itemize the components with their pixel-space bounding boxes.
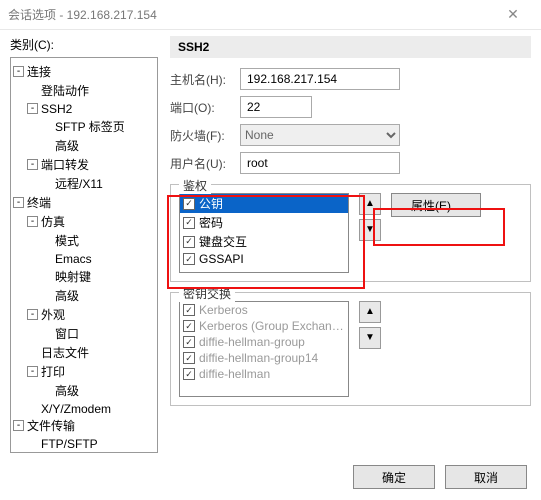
cancel-button[interactable]: 取消 — [445, 465, 527, 489]
tree-node-ftpsftp[interactable]: FTP/SFTP — [41, 437, 98, 451]
tree-node-ssh2[interactable]: SSH2 — [41, 102, 72, 116]
checkbox-icon[interactable] — [183, 336, 195, 348]
auth-up-button[interactable]: ▲ — [359, 193, 381, 215]
category-tree[interactable]: -连接 登陆动作 -SSH2 SFTP 标签页 高级 -端口转发 远程/X11 … — [10, 57, 158, 453]
tree-node-adv2[interactable]: 高级 — [55, 289, 79, 303]
kex-listbox[interactable]: Kerberos Kerberos (Group Exchange) diffi… — [179, 301, 349, 397]
expand-icon[interactable]: - — [27, 103, 38, 114]
host-label: 主机名(H): — [170, 71, 240, 88]
port-label: 端口(O): — [170, 99, 240, 116]
ok-button[interactable]: 确定 — [353, 465, 435, 489]
expand-icon[interactable]: - — [27, 366, 38, 377]
checkbox-icon[interactable] — [183, 352, 195, 364]
user-input[interactable] — [240, 152, 400, 174]
tree-node-xyz[interactable]: X/Y/Zmodem — [41, 401, 111, 415]
checkbox-icon[interactable] — [183, 198, 195, 210]
kex-down-button[interactable]: ▼ — [359, 327, 381, 349]
tree-node-filetransfer[interactable]: 文件传输 — [27, 419, 75, 433]
kex-item[interactable]: diffie-hellman — [180, 366, 348, 382]
tree-node-appearance[interactable]: 外观 — [41, 308, 65, 322]
auth-item-password[interactable]: 密码 — [180, 213, 348, 232]
expand-icon[interactable]: - — [27, 216, 38, 227]
panel-title: SSH2 — [170, 36, 531, 58]
dialog-footer: 确定 取消 — [0, 460, 541, 494]
category-label: 类别(C): — [10, 36, 158, 53]
content: 类别(C): -连接 登陆动作 -SSH2 SFTP 标签页 高级 -端口转发 … — [0, 30, 541, 460]
auth-legend: 鉴权 — [179, 177, 211, 194]
auth-item-keyboard[interactable]: 键盘交互 — [180, 232, 348, 251]
category-pane: 类别(C): -连接 登陆动作 -SSH2 SFTP 标签页 高级 -端口转发 … — [10, 36, 158, 454]
kex-up-button[interactable]: ▲ — [359, 301, 381, 323]
host-input[interactable] — [240, 68, 400, 90]
tree-node-mapkeys[interactable]: 映射键 — [55, 270, 91, 284]
properties-button[interactable]: 属性(E)... — [391, 193, 481, 217]
checkbox-icon[interactable] — [183, 217, 195, 229]
expand-icon[interactable]: - — [13, 197, 24, 208]
tree-node-remote-x11[interactable]: 远程/X11 — [55, 177, 103, 191]
expand-icon[interactable]: - — [13, 66, 24, 77]
close-icon[interactable]: ✕ — [493, 6, 533, 23]
kex-item[interactable]: diffie-hellman-group — [180, 334, 348, 350]
kex-group: 密钥交换 Kerberos Kerberos (Group Exchange) … — [170, 292, 531, 406]
kex-item[interactable]: Kerberos — [180, 302, 348, 318]
tree-node-emulation[interactable]: 仿真 — [41, 215, 65, 229]
firewall-select[interactable]: None — [240, 124, 400, 146]
auth-down-button[interactable]: ▼ — [359, 219, 381, 241]
auth-group: 鉴权 公钥 密码 键盘交互 GSSAPI ▲ ▼ 属性(E)... — [170, 184, 531, 282]
tree-node-sftp-tab[interactable]: SFTP 标签页 — [55, 120, 125, 134]
kex-item[interactable]: diffie-hellman-group14 — [180, 350, 348, 366]
expand-icon[interactable]: - — [27, 159, 38, 170]
tree-node-connection[interactable]: 连接 — [27, 65, 51, 79]
tree-node-adv3[interactable]: 高级 — [55, 384, 79, 398]
tree-node-portfwd[interactable]: 端口转发 — [41, 158, 89, 172]
tree-node-logfile[interactable]: 日志文件 — [41, 346, 89, 360]
tree-node-terminal[interactable]: 终端 — [27, 196, 51, 210]
auth-item-pubkey[interactable]: 公钥 — [180, 194, 348, 213]
tree-node-advanced[interactable]: 高级 — [55, 139, 79, 153]
tree-node-emacs[interactable]: Emacs — [55, 252, 92, 266]
tree-node-login[interactable]: 登陆动作 — [41, 84, 89, 98]
checkbox-icon[interactable] — [183, 304, 195, 316]
auth-item-gssapi[interactable]: GSSAPI — [180, 251, 348, 267]
checkbox-icon[interactable] — [183, 236, 195, 248]
tree-node-mode[interactable]: 模式 — [55, 234, 79, 248]
tree-node-window[interactable]: 窗口 — [55, 327, 79, 341]
checkbox-icon[interactable] — [183, 253, 195, 265]
expand-icon[interactable]: - — [13, 420, 24, 431]
tree-node-print[interactable]: 打印 — [41, 365, 65, 379]
auth-listbox[interactable]: 公钥 密码 键盘交互 GSSAPI — [179, 193, 349, 273]
window-title: 会话选项 - 192.168.217.154 — [8, 6, 493, 23]
user-label: 用户名(U): — [170, 155, 240, 172]
port-input[interactable] — [240, 96, 312, 118]
kex-legend: 密钥交换 — [179, 285, 235, 302]
firewall-label: 防火墙(F): — [170, 127, 240, 144]
checkbox-icon[interactable] — [183, 368, 195, 380]
checkbox-icon[interactable] — [183, 320, 195, 332]
kex-item[interactable]: Kerberos (Group Exchange) — [180, 318, 348, 334]
settings-panel: SSH2 主机名(H): 端口(O): 防火墙(F): None 用户名(U):… — [158, 36, 531, 454]
expand-icon[interactable]: - — [27, 309, 38, 320]
title-bar: 会话选项 - 192.168.217.154 ✕ — [0, 0, 541, 30]
